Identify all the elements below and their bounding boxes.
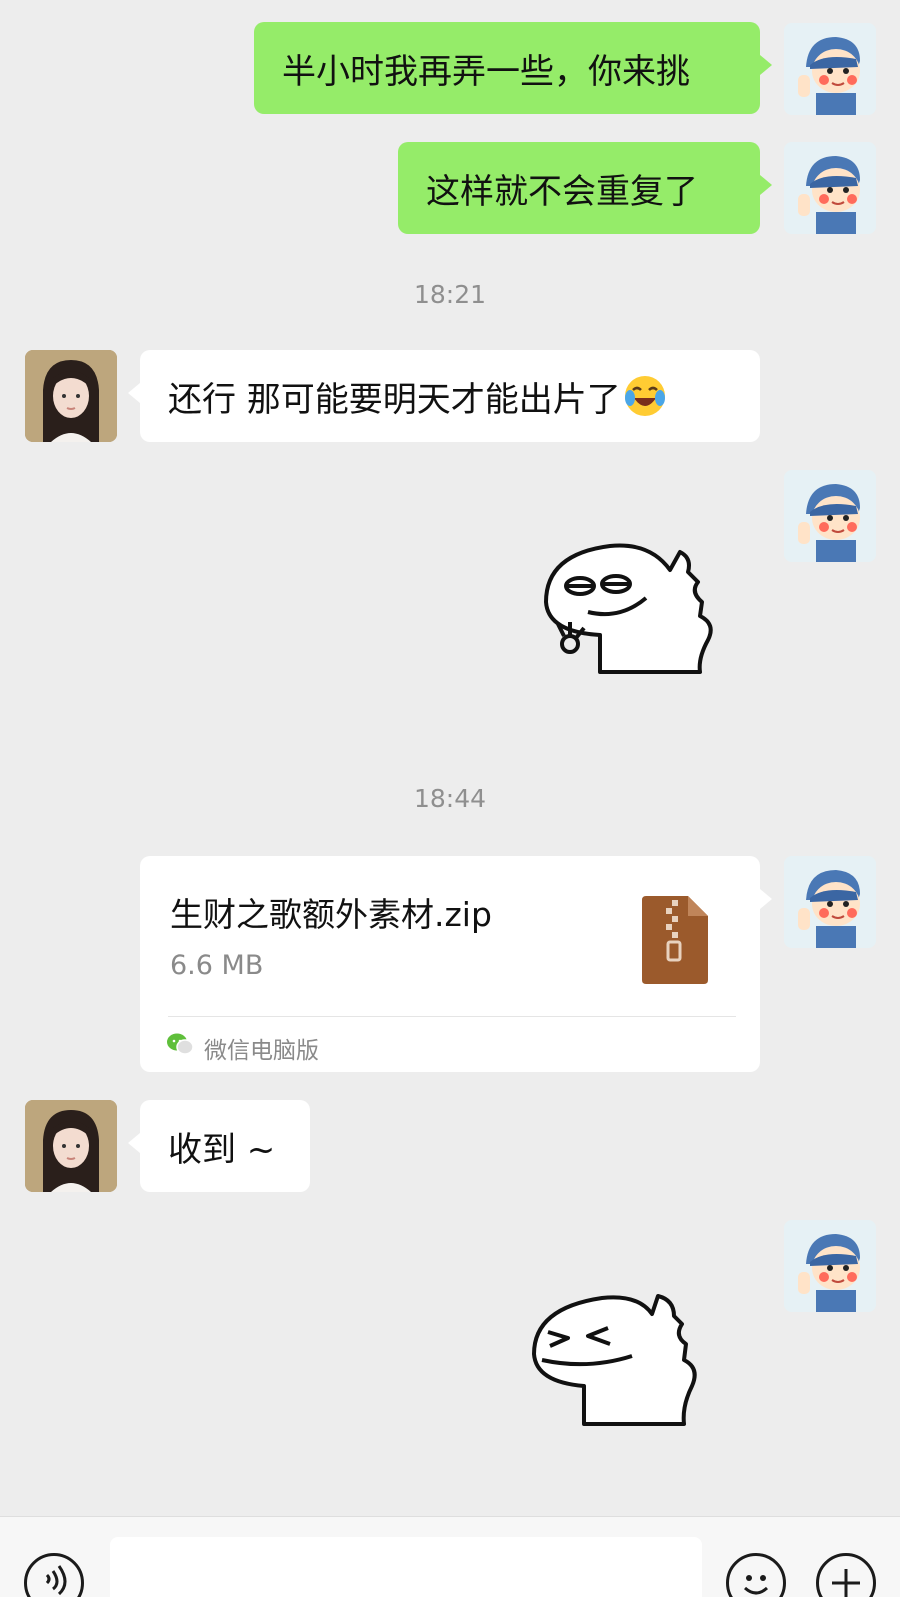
voice-button[interactable] — [24, 1553, 84, 1597]
chat-input-bar — [0, 1516, 900, 1597]
message-text: 这样就不会重复了 — [426, 171, 698, 212]
bubble-tail — [760, 175, 772, 195]
message-text: 半小时我再弄一些，你来挑 — [282, 51, 690, 92]
dinosaur-ok-sticker[interactable] — [540, 540, 740, 680]
zip-file-icon — [642, 896, 708, 988]
message-input[interactable] — [110, 1537, 702, 1597]
message-text: 收到 ~ — [168, 1129, 276, 1170]
file-source-label: 微信电脑版 — [204, 1038, 319, 1064]
cartoon-boy-avatar-icon — [784, 142, 876, 234]
voice-icon — [45, 1565, 67, 1596]
received-message-bubble[interactable]: 收到 ~ — [140, 1100, 310, 1192]
received-message-bubble[interactable]: 还行 那可能要明天才能出片了 — [140, 350, 760, 442]
file-name: 生财之歌额外素材.zip — [170, 895, 492, 934]
cartoon-boy-avatar-icon — [784, 1220, 876, 1312]
message-text: 还行 那可能要明天才能出片了 — [168, 379, 621, 420]
emoji-button[interactable] — [726, 1553, 786, 1597]
my-avatar[interactable] — [784, 856, 876, 948]
my-avatar[interactable] — [784, 142, 876, 234]
dinosaur-sticker-icon — [544, 543, 713, 674]
cartoon-boy-avatar-icon — [784, 856, 876, 948]
contact-photo-icon — [25, 1100, 117, 1192]
dinosaur-grin-sticker[interactable] — [528, 1290, 728, 1430]
bubble-tail — [760, 55, 772, 75]
bubble-tail — [128, 383, 140, 403]
timestamp: 18:21 — [413, 280, 487, 309]
cartoon-boy-avatar-icon — [784, 23, 876, 115]
file-message-card[interactable]: 生财之歌额外素材.zip 6.6 MB 微信电脑版 — [140, 856, 760, 1072]
my-avatar[interactable] — [784, 470, 876, 562]
contact-avatar[interactable] — [25, 350, 117, 442]
file-size: 6.6 MB — [170, 950, 264, 981]
contact-avatar[interactable] — [25, 1100, 117, 1192]
divider — [168, 1016, 736, 1017]
my-avatar[interactable] — [784, 23, 876, 115]
sent-message-bubble[interactable]: 这样就不会重复了 — [398, 142, 760, 234]
dinosaur-sticker-icon — [532, 1294, 697, 1426]
cartoon-boy-avatar-icon — [784, 470, 876, 562]
contact-photo-icon — [25, 350, 117, 442]
plus-icon — [832, 1569, 860, 1597]
timestamp: 18:44 — [413, 784, 487, 813]
my-avatar[interactable] — [784, 1220, 876, 1312]
emoji-icon — [743, 1575, 769, 1595]
bubble-tail — [760, 889, 772, 909]
wechat-logo-icon — [166, 1032, 194, 1060]
bubble-tail — [128, 1133, 140, 1153]
crying-laughing-emoji-icon — [623, 374, 667, 418]
add-button[interactable] — [816, 1553, 876, 1597]
sent-message-bubble[interactable]: 半小时我再弄一些，你来挑 — [254, 22, 760, 114]
